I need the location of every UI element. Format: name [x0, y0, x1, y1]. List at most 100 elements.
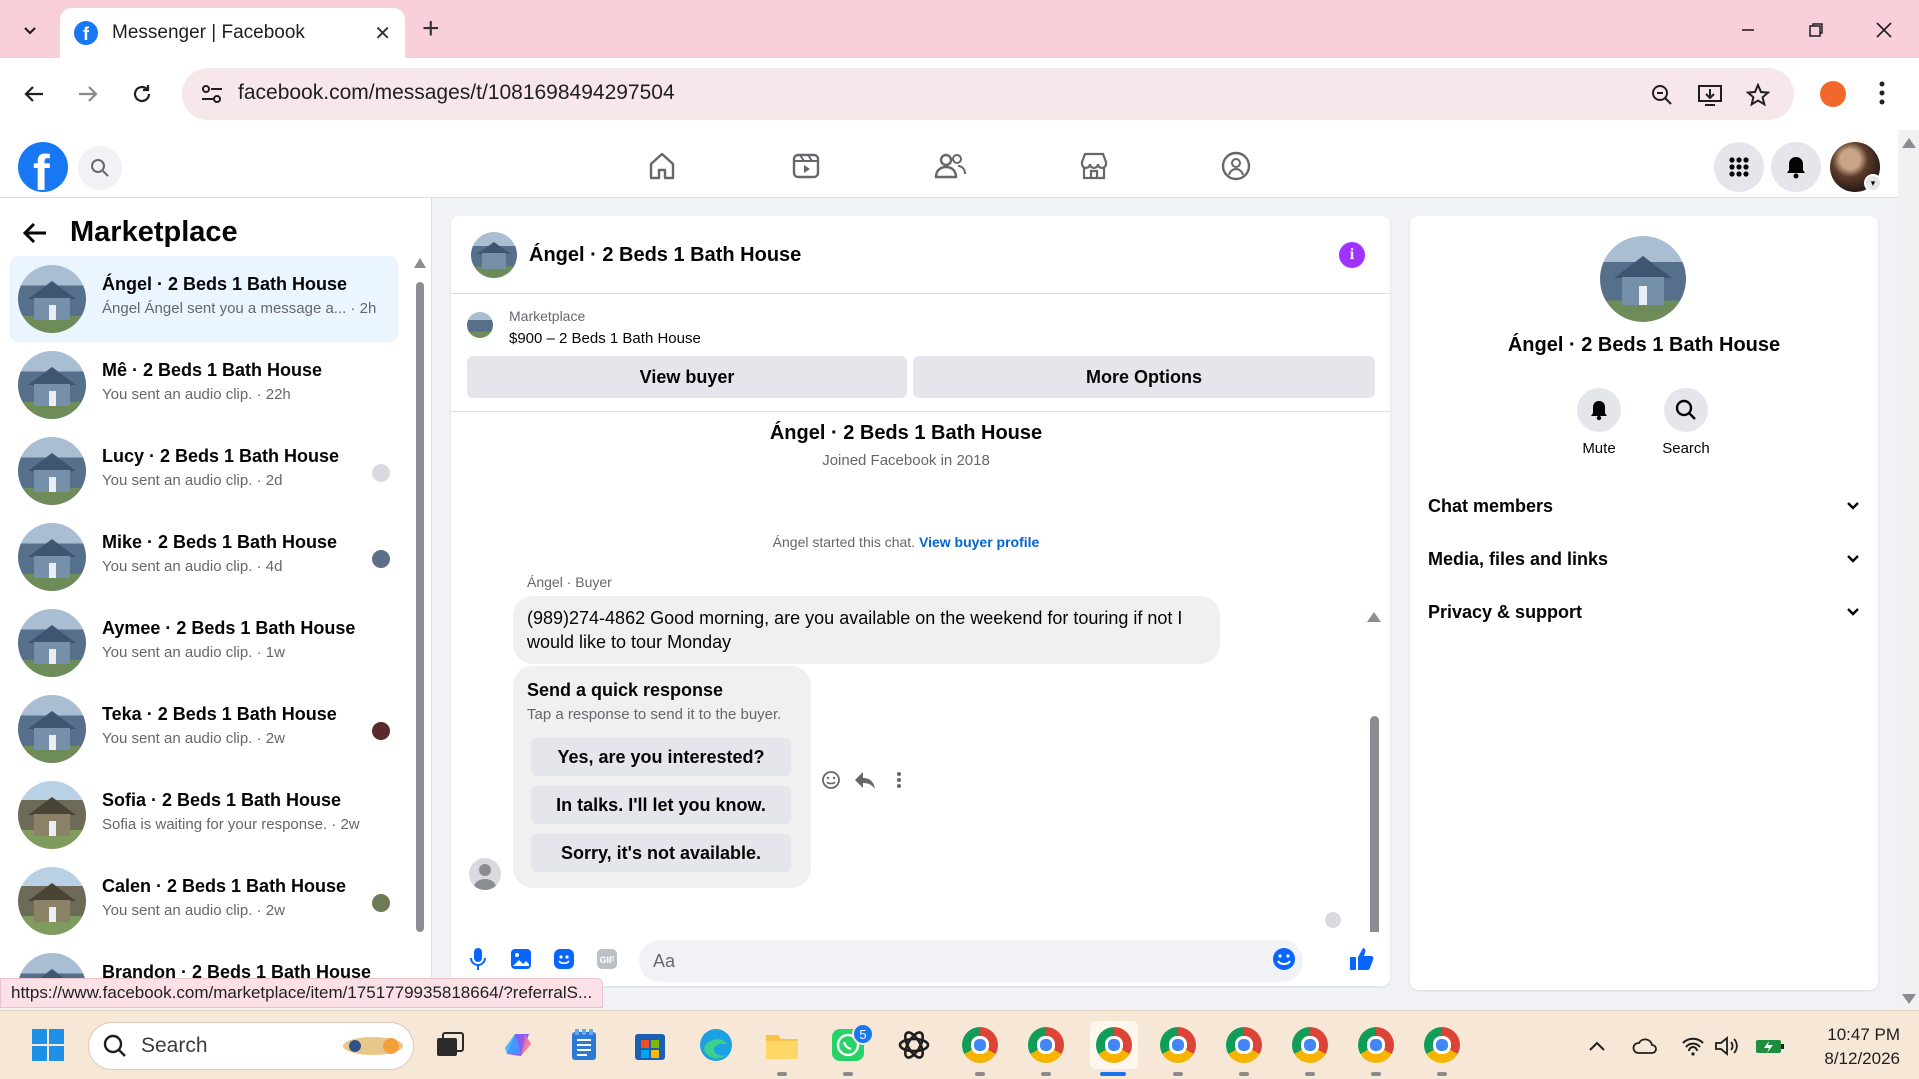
- taskbar-clock[interactable]: 10:47 PM 8/12/2026: [1800, 1023, 1900, 1071]
- chat-item-mike[interactable]: Mike · 2 Beds 1 Bath House You sent an a…: [10, 514, 398, 600]
- reply-button[interactable]: [853, 768, 877, 792]
- chrome-button-1[interactable]: [960, 1025, 1000, 1065]
- tab-search-dropdown[interactable]: [12, 12, 48, 48]
- back-arrow-icon[interactable]: [22, 221, 48, 245]
- nav-friends[interactable]: [928, 146, 972, 186]
- close-window-button[interactable]: [1864, 12, 1904, 48]
- message-more-button[interactable]: [887, 768, 911, 792]
- chat-item-sofia[interactable]: Sofia · 2 Beds 1 Bath House Sofia is wai…: [10, 772, 398, 858]
- chrome-button-8[interactable]: [1422, 1025, 1462, 1065]
- new-tab-button[interactable]: +: [422, 12, 440, 46]
- buyer-avatar[interactable]: [469, 858, 501, 890]
- emoji-button[interactable]: [1271, 946, 1297, 972]
- chat-item-aymee[interactable]: Aymee · 2 Beds 1 Bath House You sent an …: [10, 600, 398, 686]
- voice-clip-button[interactable]: [465, 946, 491, 972]
- tab-close-icon[interactable]: ✕: [374, 21, 391, 46]
- more-vert-icon[interactable]: [1878, 78, 1886, 108]
- chrome-button-4[interactable]: [1158, 1025, 1198, 1065]
- scroll-up-icon[interactable]: [1902, 138, 1916, 148]
- media-files-links-section[interactable]: Media, files and links: [1428, 539, 1860, 579]
- zoom-button[interactable]: [1648, 81, 1676, 109]
- nav-video[interactable]: [784, 146, 828, 186]
- chrome-button-2[interactable]: [1026, 1025, 1066, 1065]
- nav-home[interactable]: [640, 146, 684, 186]
- chatgpt-button[interactable]: [894, 1025, 934, 1065]
- more-options-button[interactable]: More Options: [913, 356, 1375, 398]
- scrollbar-thumb[interactable]: [416, 282, 424, 932]
- account-chevron-icon[interactable]: ▾: [1864, 174, 1882, 192]
- nav-groups[interactable]: [1214, 146, 1258, 186]
- facebook-logo-icon[interactable]: f: [18, 142, 68, 192]
- wifi-button[interactable]: [1680, 1033, 1706, 1059]
- copilot-button[interactable]: [498, 1025, 538, 1065]
- start-button[interactable]: [28, 1025, 68, 1065]
- gif-button[interactable]: GIF: [594, 946, 620, 972]
- notepad-button[interactable]: [564, 1025, 604, 1065]
- chat-item-calen[interactable]: Calen · 2 Beds 1 Bath House You sent an …: [10, 858, 398, 944]
- mute-action[interactable]: Mute: [1554, 388, 1644, 457]
- conversation-avatar[interactable]: [471, 232, 517, 278]
- mute-button[interactable]: [1577, 388, 1621, 432]
- chat-item-teka[interactable]: Teka · 2 Beds 1 Bath House You sent an a…: [10, 686, 398, 772]
- search-action[interactable]: Search: [1641, 388, 1731, 457]
- reload-button[interactable]: [124, 76, 160, 112]
- show-hidden-icons-button[interactable]: [1584, 1033, 1610, 1059]
- minimize-button[interactable]: [1728, 12, 1768, 48]
- chat-item-me[interactable]: Mê · 2 Beds 1 Bath House You sent an aud…: [10, 342, 398, 428]
- chat-item-lucy[interactable]: Lucy · 2 Beds 1 Bath House You sent an a…: [10, 428, 398, 514]
- scroll-up-icon[interactable]: [1367, 612, 1381, 622]
- bookmark-button[interactable]: [1744, 81, 1772, 109]
- chat-item-angel[interactable]: Ángel · 2 Beds 1 Bath House Ángel Ángel …: [10, 256, 398, 342]
- extension-icon[interactable]: [1820, 81, 1846, 107]
- like-button[interactable]: [1349, 946, 1375, 972]
- url-text[interactable]: facebook.com/messages/t/1081698494297504: [238, 81, 675, 105]
- chrome-button-5[interactable]: [1224, 1025, 1264, 1065]
- site-settings-icon[interactable]: [200, 82, 224, 106]
- quick-reply-in-talks[interactable]: In talks. I'll let you know.: [531, 786, 791, 824]
- scroll-down-icon[interactable]: [1902, 994, 1916, 1004]
- listing-price-title[interactable]: $900 – 2 Beds 1 Bath House: [509, 330, 701, 347]
- search-in-conversation-button[interactable]: [1664, 388, 1708, 432]
- forward-button[interactable]: [70, 76, 106, 112]
- address-bar[interactable]: facebook.com/messages/t/1081698494297504: [182, 68, 1794, 120]
- message-input[interactable]: [639, 940, 1303, 982]
- thread-scrollbar[interactable]: [1367, 612, 1381, 932]
- page-scrollbar[interactable]: [1898, 130, 1919, 1010]
- view-buyer-button[interactable]: View buyer: [467, 356, 907, 398]
- install-app-button[interactable]: [1696, 81, 1724, 109]
- restore-button[interactable]: [1796, 12, 1836, 48]
- microsoft-store-button[interactable]: [630, 1025, 670, 1065]
- onedrive-button[interactable]: [1632, 1033, 1658, 1059]
- info-icon[interactable]: i: [1339, 242, 1365, 268]
- browser-tab[interactable]: f Messenger | Facebook ✕: [60, 8, 405, 58]
- chrome-button-6[interactable]: [1290, 1025, 1330, 1065]
- quick-reply-not-available[interactable]: Sorry, it's not available.: [531, 834, 791, 872]
- scroll-up-icon[interactable]: [414, 258, 426, 268]
- quick-reply-interested[interactable]: Yes, are you interested?: [531, 738, 791, 776]
- volume-button[interactable]: [1714, 1033, 1740, 1059]
- notifications-button[interactable]: [1771, 142, 1821, 192]
- edge-button[interactable]: [696, 1025, 736, 1065]
- privacy-support-section[interactable]: Privacy & support: [1428, 592, 1860, 632]
- sticker-button[interactable]: [551, 946, 577, 972]
- chat-members-section[interactable]: Chat members: [1428, 486, 1860, 526]
- task-view-button[interactable]: [430, 1025, 470, 1065]
- message-bubble[interactable]: (989)274-4862 Good morning, are you avai…: [513, 596, 1220, 664]
- nav-marketplace[interactable]: [1072, 146, 1116, 186]
- battery-button[interactable]: [1754, 1033, 1786, 1059]
- view-buyer-profile-link[interactable]: View buyer profile: [919, 534, 1039, 550]
- scrollbar-thumb[interactable]: [1370, 716, 1379, 932]
- facebook-search-button[interactable]: [78, 146, 122, 190]
- svg-text:GIF: GIF: [600, 955, 616, 965]
- chat-list-scrollbar[interactable]: [414, 258, 426, 948]
- menu-button[interactable]: [1714, 142, 1764, 192]
- info-avatar[interactable]: [1600, 236, 1686, 322]
- attach-photo-button[interactable]: [508, 946, 534, 972]
- file-explorer-button[interactable]: [762, 1025, 802, 1065]
- conversation-title[interactable]: Ángel · 2 Beds 1 Bath House: [529, 244, 801, 267]
- chrome-button-7[interactable]: [1356, 1025, 1396, 1065]
- react-button[interactable]: [819, 768, 843, 792]
- chrome-button-active[interactable]: [1090, 1021, 1138, 1069]
- taskbar-search[interactable]: Search: [88, 1022, 414, 1070]
- back-button[interactable]: [16, 76, 52, 112]
